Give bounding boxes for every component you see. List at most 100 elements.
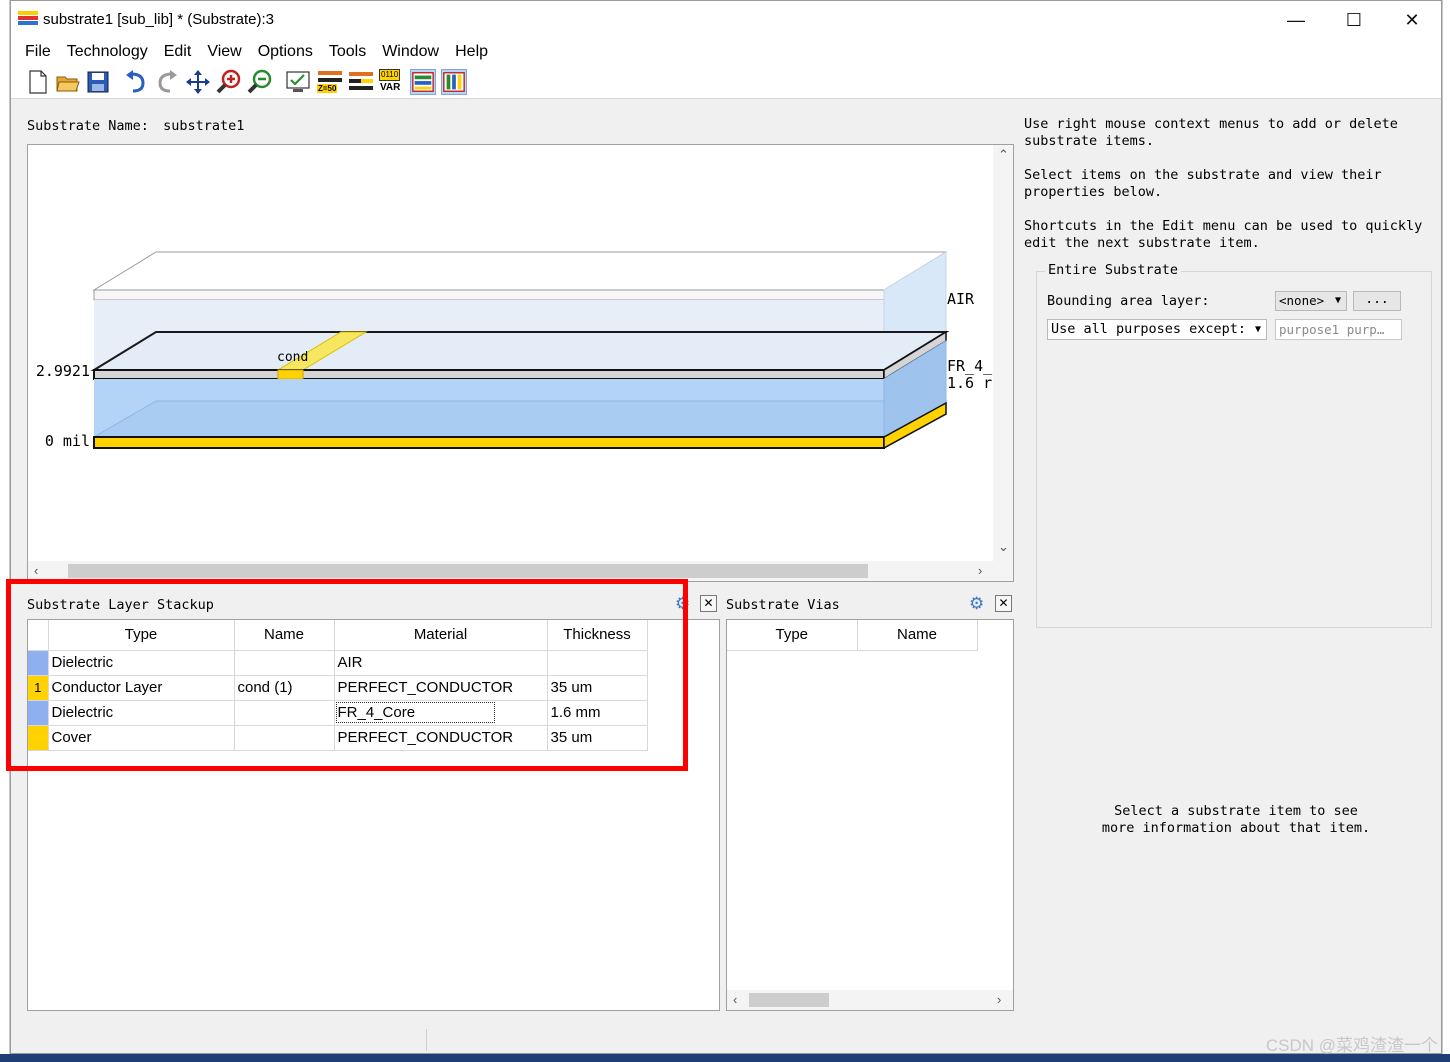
dropdown-caret-icon: ▼ [1334,295,1341,306]
layer-thickness-cell[interactable]: 35 um [547,675,648,701]
layer-swatch: 1 [28,675,49,701]
cond-plane-top [90,331,950,371]
menu-technology[interactable]: Technology [59,43,156,61]
entire-substrate-title: Entire Substrate [1045,262,1182,278]
new-file-icon[interactable] [25,69,51,95]
layer-swatch [28,725,49,751]
layer-material-cell[interactable]: PERFECT_CONDUCTOR [334,725,548,751]
stackup-row-fr4[interactable]: Dielectric FR_4_Core 1.6 mm [28,700,648,726]
stackup-settings-gear-icon[interactable]: ⚙ [675,594,690,614]
z50-icon[interactable]: Z=50 [317,69,343,95]
menu-tools[interactable]: Tools [321,43,374,61]
var-icon[interactable]: 0110 VAR [379,69,405,95]
check-icon[interactable] [285,69,311,95]
scroll-right-icon[interactable]: › [997,992,1001,1007]
menu-options[interactable]: Options [250,43,321,61]
stackup-header-thickness[interactable]: Thickness [547,620,648,651]
var-label: VAR [380,82,401,93]
cond-trace-front [277,369,304,380]
vias-settings-gear-icon[interactable]: ⚙ [969,594,984,614]
scroll-left-icon[interactable]: ‹ [733,992,737,1007]
zoom-in-icon[interactable] [216,69,242,95]
layer-thickness-cell[interactable] [547,650,648,676]
menu-window[interactable]: Window [374,43,447,61]
close-button[interactable]: ✕ [1383,1,1441,39]
label-height-zero: 0 mil [45,432,90,450]
zoom-out-icon[interactable] [247,69,273,95]
window-title: substrate1 [sub_lib] * (Substrate):3 [43,11,274,28]
stackup-header-swatch [28,620,49,651]
help-line-select-items: Select items on the substrate and view t… [1024,167,1382,200]
purposes-exception-field[interactable]: purpose1 purp… [1275,319,1402,340]
scroll-down-icon[interactable]: ⌄ [998,539,1009,555]
stackup-header-name[interactable]: Name [234,620,335,651]
stackup-row-cover[interactable]: Cover PERFECT_CONDUCTOR 35 um [28,725,648,751]
substrate-name-value: substrate1 [163,118,245,134]
layer-thickness-cell[interactable]: 35 um [547,725,648,751]
layer-name-cell[interactable] [234,725,335,751]
vias-horizontal-scrollbar[interactable]: ‹ › [727,990,1013,1010]
cond-plane-front [93,369,885,380]
substrate-3d-drawing[interactable]: AIR FR_4_ 1.6 r cond 2.9921 0 mil [28,145,1014,582]
label-cond: cond [277,350,308,365]
pan-icon[interactable] [185,69,211,95]
save-icon[interactable] [85,69,111,95]
substrate-3d-view[interactable]: AIR FR_4_ 1.6 r cond 2.9921 0 mil ⌃ ⌄ ‹ … [27,144,1014,582]
layers-icon[interactable] [348,69,374,95]
layer-type-cell[interactable]: Cover [48,725,235,751]
stackup-close-icon[interactable]: ✕ [700,595,717,612]
z50-label: Z=50 [317,84,338,93]
menu-file[interactable]: File [17,43,59,61]
vias-header-row: Type Name [727,620,978,651]
stack-horizontal-icon[interactable] [410,69,436,95]
layer-material-cell[interactable]: PERFECT_CONDUCTOR [334,675,548,701]
label-fr4-thickness: 1.6 r [947,374,992,392]
vias-scroll-thumb[interactable] [749,993,829,1007]
title-bar: substrate1 [sub_lib] * (Substrate):3 — ☐… [11,1,1441,39]
layer-type-cell[interactable]: Dielectric [48,700,235,726]
stackup-header-type[interactable]: Type [48,620,235,651]
stackup-row-air[interactable]: Dielectric AIR [28,650,648,676]
minimize-button[interactable]: — [1267,1,1325,39]
stackup-table: Type Name Material Thickness Dielectric … [28,620,648,751]
watermark: CSDN @菜鸡渣渣一个 [1265,1036,1438,1055]
horizontal-scroll-thumb[interactable] [68,564,868,578]
scroll-left-icon[interactable]: ‹ [34,563,38,578]
vias-header-name[interactable]: Name [857,620,978,651]
menu-view[interactable]: View [199,43,249,61]
help-text: Use right mouse context menus to add or … [1024,116,1434,269]
layer-type-cell[interactable]: Dielectric [48,650,235,676]
bounding-area-select[interactable]: <none> ▼ [1275,291,1347,311]
vias-close-icon[interactable]: ✕ [995,595,1012,612]
layer-thickness-cell[interactable]: 1.6 mm [547,700,648,726]
undo-icon[interactable] [123,69,149,95]
layer-name-cell[interactable]: cond (1) [234,675,335,701]
redo-icon[interactable] [154,69,180,95]
stack-vertical-icon[interactable] [441,69,467,95]
layer-material-cell-selected[interactable]: FR_4_Core [334,700,548,726]
status-bar-separator [426,1029,427,1051]
purposes-select[interactable]: Use all purposes except: ▼ [1047,319,1267,340]
cover-front [93,436,885,449]
view-vertical-scrollbar[interactable]: ⌃ ⌄ [993,145,1013,563]
scroll-up-icon[interactable]: ⌃ [998,147,1009,163]
app-icon [18,11,38,27]
menu-help[interactable]: Help [447,43,496,61]
maximize-button[interactable]: ☐ [1325,1,1383,39]
stackup-row-conductor[interactable]: 1 Conductor Layer cond (1) PERFECT_CONDU… [28,675,648,701]
view-horizontal-scrollbar[interactable]: ‹ › [28,561,1013,581]
layer-material-cell[interactable]: AIR [334,650,548,676]
menu-edit[interactable]: Edit [156,43,200,61]
layer-type-cell[interactable]: Conductor Layer [48,675,235,701]
bounding-area-browse-button[interactable]: ... [1353,291,1401,311]
layer-name-cell[interactable] [234,650,335,676]
stackup-header-material[interactable]: Material [334,620,548,651]
layer-material-value: FR_4_Core [335,702,496,723]
open-folder-icon[interactable] [55,69,81,95]
scroll-right-icon[interactable]: › [978,563,982,578]
layer-name-cell[interactable] [234,700,335,726]
help-line-context-menu: Use right mouse context menus to add or … [1024,116,1398,149]
stackup-panel-title: Substrate Layer Stackup [27,597,214,613]
vias-header-type[interactable]: Type [727,620,858,651]
air-top-face [92,251,948,291]
